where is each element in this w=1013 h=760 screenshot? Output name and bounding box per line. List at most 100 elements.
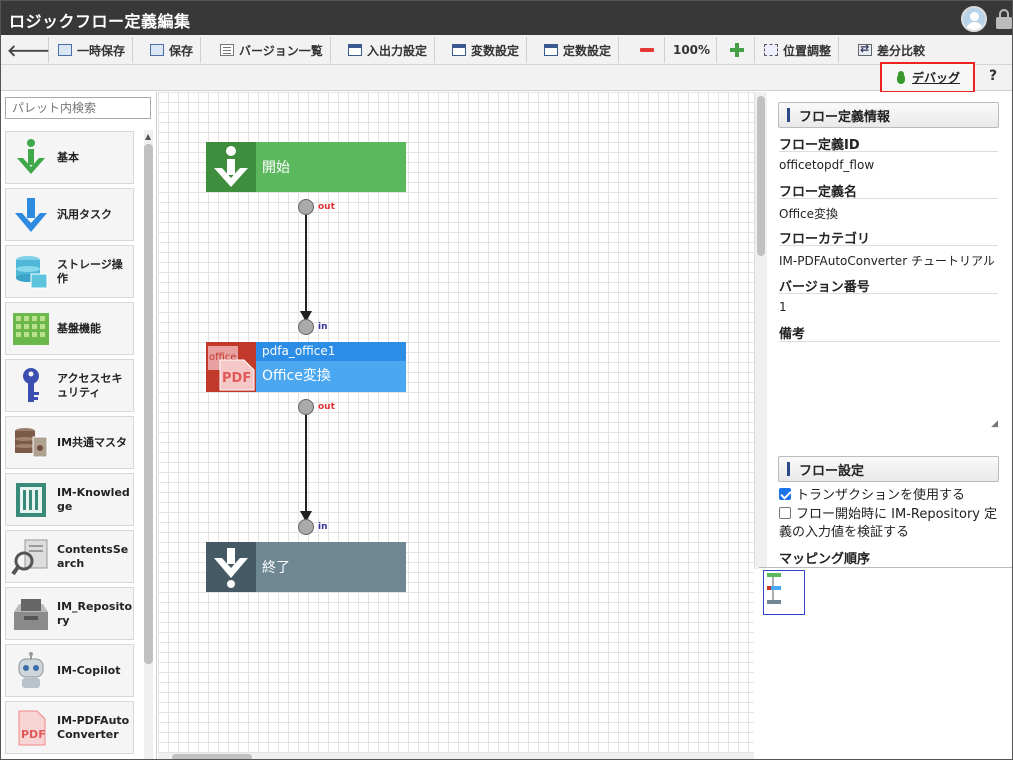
palette-item-label: 汎用タスク — [57, 207, 112, 221]
debug-button[interactable]: デバッグ — [880, 62, 975, 93]
palette-item-label: IM共通マスタ — [57, 435, 128, 449]
position-adjust-button[interactable]: 位置調整 — [757, 37, 840, 63]
io-settings-button[interactable]: 入出力設定 — [341, 37, 436, 63]
back-button[interactable]: 🡐 — [7, 37, 50, 63]
position-adjust-label: 位置調整 — [783, 43, 832, 58]
task-node[interactable]: office PDF pdfa_office1 Office変換 — [206, 342, 406, 392]
flow-settings-section-header[interactable]: フロー設定 — [778, 456, 999, 482]
page-title: ロジックフロー定義編集 — [9, 12, 191, 31]
end-node-label: 終了 — [256, 542, 406, 592]
palette-item-generic-task[interactable]: 汎用タスク — [5, 188, 134, 241]
window-icon — [452, 44, 466, 56]
palette-item-label: ContentsSearch — [57, 542, 129, 570]
end-node[interactable]: 終了 — [206, 542, 406, 592]
flow-canvas[interactable]: 開始 out in office PDF pdfa_office1 Office変… — [158, 92, 754, 759]
palette-item-platform[interactable]: 基盤機能 — [5, 302, 134, 355]
pdf-icon: PDF — [11, 708, 51, 748]
properties-scrollbar[interactable] — [754, 92, 767, 569]
bug-icon — [895, 71, 907, 84]
palette-item-label: IM-PDFAutoConverter — [57, 713, 130, 741]
version-value: 1 — [779, 300, 787, 314]
diff-compare-label: 差分比較 — [877, 43, 926, 58]
palette-item-im-repository[interactable]: IM_Repository — [5, 587, 134, 640]
svg-text:PDF: PDF — [222, 371, 251, 386]
transaction-checkbox[interactable] — [779, 488, 791, 500]
arrow-down-green-icon — [11, 138, 51, 178]
task-node-id: pdfa_office1 — [256, 342, 406, 361]
note-label: 備考 — [779, 327, 806, 342]
flow-info-section-header[interactable]: フロー定義情報 — [778, 102, 999, 128]
palette-search-input[interactable] — [5, 97, 151, 119]
arrow-down-blue-icon — [11, 195, 51, 235]
validate-checkbox[interactable] — [779, 507, 791, 519]
port-label: out — [318, 402, 335, 412]
palette-item-im-copilot[interactable]: IM-Copilot — [5, 644, 134, 697]
version-list-button[interactable]: バージョン一覧 — [213, 37, 331, 63]
minimap-viewport[interactable] — [763, 570, 805, 615]
palette-item-basic[interactable]: 基本 — [5, 131, 134, 184]
validate-label: フロー開始時に IM-Repository 定義の入力値を検証する — [779, 507, 998, 540]
storage-icon — [11, 252, 51, 292]
robot-icon — [11, 651, 51, 691]
task-in-port[interactable] — [298, 319, 314, 335]
window-icon — [544, 44, 558, 56]
variable-settings-button[interactable]: 変数設定 — [445, 37, 528, 63]
task-node-label: Office変換 — [256, 361, 406, 392]
knowledge-icon — [11, 480, 51, 520]
palette-item-contents-search[interactable]: ContentsSearch — [5, 530, 134, 583]
help-button[interactable]: ? — [989, 68, 997, 84]
palette-item-label: ストレージ操作 — [57, 257, 123, 285]
minus-icon — [639, 48, 654, 52]
start-node-label: 開始 — [256, 142, 406, 192]
sub-toolbar — [1, 65, 1012, 91]
temp-save-icon — [58, 44, 72, 56]
palette-item-label: 基盤機能 — [57, 321, 101, 335]
palette-scrollbar[interactable]: ▲ — [144, 130, 153, 759]
flow-category-value: IM-PDFAutoConverter チュートリアル — [779, 254, 995, 268]
end-in-port[interactable] — [298, 519, 314, 535]
user-avatar-icon[interactable] — [961, 6, 987, 32]
palette-item-access-security[interactable]: アクセスセキュリティ — [5, 359, 134, 412]
zoom-out-button[interactable] — [629, 37, 665, 63]
window-icon — [348, 44, 362, 56]
port-label: in — [318, 522, 328, 532]
palette-item-im-master[interactable]: IM共通マスタ — [5, 416, 134, 469]
arrow-down-icon — [206, 142, 256, 192]
position-icon — [764, 44, 778, 56]
start-node[interactable]: 開始 — [206, 142, 406, 192]
task-out-port[interactable] — [298, 399, 314, 415]
compare-icon — [858, 42, 872, 56]
io-settings-label: 入出力設定 — [367, 43, 428, 58]
zoom-in-button[interactable] — [719, 37, 755, 63]
palette-item-label: IM-Copilot — [57, 663, 121, 677]
transaction-checkbox-row[interactable]: トランザクションを使用する — [779, 487, 1004, 505]
mapping-order-label: マッピング順序 — [779, 552, 871, 567]
temp-save-button[interactable]: 一時保存 — [51, 37, 134, 63]
note-textarea[interactable]: ◢ — [779, 341, 1000, 431]
palette-item-label: 基本 — [57, 150, 79, 164]
port-label: in — [318, 322, 328, 332]
palette-item-storage[interactable]: ストレージ操作 — [5, 245, 134, 298]
start-out-port[interactable] — [298, 199, 314, 215]
flow-connectors — [300, 207, 312, 522]
zoom-level: 100% — [667, 37, 717, 63]
constant-settings-button[interactable]: 定数設定 — [537, 37, 620, 63]
svg-text:PDF: PDF — [21, 728, 46, 741]
office-pdf-icon: office PDF — [206, 342, 256, 392]
palette-item-label: アクセスセキュリティ — [57, 371, 123, 399]
flow-id-value: officetopdf_flow — [779, 158, 875, 172]
toolbar: 🡐 一時保存 保存 バージョン一覧 入出力設定 変数設定 定数設定 100% 位… — [1, 35, 1012, 65]
palette-item-pdf-auto-converter[interactable]: PDF IM-PDFAutoConverter — [5, 701, 134, 754]
arrow-left-icon: 🡐 — [7, 41, 50, 60]
diff-compare-button[interactable]: 差分比較 — [851, 37, 932, 63]
palette-item-im-knowledge[interactable]: IM-Knowledge — [5, 473, 134, 526]
palette-panel: 基本 汎用タスク ストレージ操作 基盤機能 アクセスセキュリティ — [1, 92, 157, 759]
minimap[interactable] — [759, 567, 1012, 759]
constant-settings-label: 定数設定 — [563, 43, 612, 58]
port-label: out — [318, 202, 335, 212]
validate-checkbox-row[interactable]: フロー開始時に IM-Repository 定義の入力値を検証する — [779, 506, 1004, 542]
arrow-down-icon — [206, 542, 256, 592]
lock-icon[interactable] — [996, 9, 1012, 29]
canvas-horizontal-scrollbar[interactable] — [158, 753, 754, 759]
save-button[interactable]: 保存 — [143, 37, 202, 63]
